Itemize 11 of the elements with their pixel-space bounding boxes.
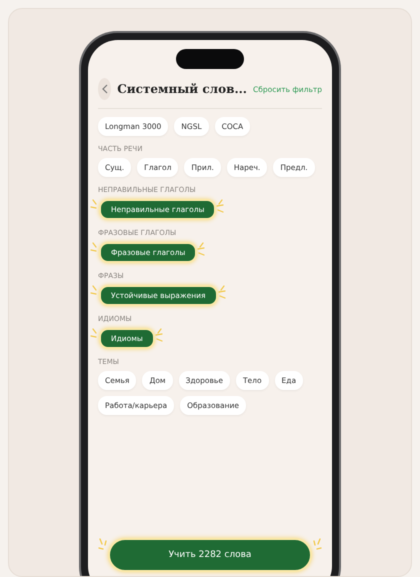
- chevron-left-icon: [102, 84, 108, 94]
- screen-title: Системный слов...: [117, 82, 247, 96]
- sparkle-icon: [98, 538, 108, 552]
- sparkle-icon: [216, 199, 226, 213]
- sparkle-icon: [218, 285, 227, 299]
- learn-words-button[interactable]: Учить 2282 слова: [108, 538, 312, 572]
- sparkle-icon: [312, 538, 322, 552]
- camera-notch: [176, 49, 244, 69]
- sparkle-icon: [154, 328, 164, 342]
- back-button[interactable]: [98, 78, 112, 100]
- sparkle-icon: [197, 242, 206, 256]
